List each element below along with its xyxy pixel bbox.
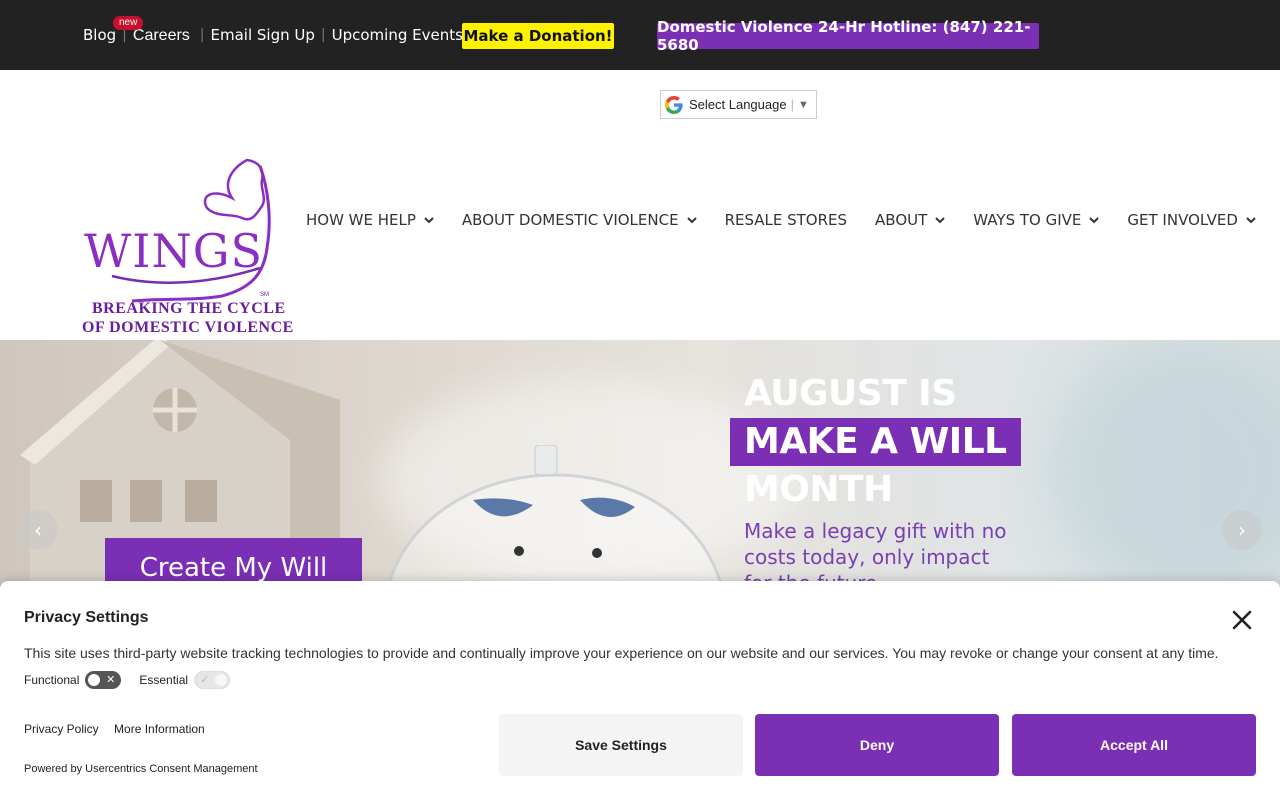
save-settings-button[interactable]: Save Settings	[499, 714, 743, 776]
upcoming-events-link[interactable]: Upcoming Events	[332, 26, 463, 44]
hotline-button[interactable]: Domestic Violence 24-Hr Hotline: (847) 2…	[657, 18, 1039, 54]
nav-label: GET INVOLVED	[1127, 211, 1238, 229]
nav-label: ABOUT	[875, 211, 928, 229]
headline-line-3: MONTH	[744, 469, 893, 510]
donate-button[interactable]: Make a Donation!	[462, 23, 614, 49]
divider: |	[320, 26, 326, 43]
new-badge: new	[113, 15, 144, 30]
deny-button[interactable]: Deny	[755, 714, 999, 776]
accept-all-button[interactable]: Accept All	[1012, 714, 1256, 776]
x-icon: ✕	[106, 674, 116, 686]
language-select[interactable]: Select Language | ▼	[660, 90, 817, 119]
nav-label: ABOUT DOMESTIC VIOLENCE	[461, 211, 679, 229]
google-g-icon	[665, 95, 683, 114]
subhead-line-1: Make a legacy gift with no	[744, 519, 1007, 543]
chevron-down-icon	[1089, 217, 1100, 224]
email-signup-link[interactable]: Email Sign Up	[211, 26, 315, 44]
nav-label: RESALE STORES	[724, 211, 848, 229]
consent-toggles: Functional ✕ Essential ✓	[24, 671, 248, 689]
chevron-left-icon: ‹	[34, 518, 42, 542]
slider-prev-button[interactable]: ‹	[18, 510, 58, 550]
chevron-down-icon	[686, 217, 697, 224]
toggle-knob	[215, 674, 228, 686]
divider: |	[199, 26, 205, 43]
sm-mark: SM	[260, 292, 269, 298]
dropdown-arrow-icon: ▼	[797, 98, 809, 111]
main-nav: HOW WE HELP ABOUT DOMESTIC VIOLENCE RESA…	[306, 211, 1280, 229]
blog-link[interactable]: Blog	[83, 26, 116, 44]
functional-label: Functional	[24, 673, 80, 687]
nav-how-we-help[interactable]: HOW WE HELP	[306, 211, 434, 229]
more-information-link[interactable]: More Information	[114, 722, 205, 736]
logo-tagline-1: BREAKING THE CYCLE	[92, 300, 286, 317]
toggle-knob	[88, 674, 101, 686]
utility-links: Blog new | Careers | Email Sign Up | Upc…	[83, 15, 480, 45]
nav-ways-to-give[interactable]: WAYS TO GIVE	[973, 211, 1100, 229]
close-icon[interactable]	[1230, 608, 1254, 632]
language-label: Select Language	[689, 97, 787, 112]
subhead-line-2: costs today, only impact	[744, 545, 990, 569]
headline-highlight: MAKE A WILL	[730, 418, 1021, 466]
powered-by: Powered by Usercentrics Consent Manageme…	[24, 763, 258, 775]
nav-about-domestic-violence[interactable]: ABOUT DOMESTIC VIOLENCE	[462, 211, 697, 229]
nav-label: HOW WE HELP	[306, 211, 416, 229]
chevron-down-icon	[935, 217, 946, 224]
background-blur	[1050, 340, 1280, 600]
nav-resale-stores[interactable]: RESALE STORES	[725, 211, 847, 229]
headline-line-1: AUGUST IS	[744, 373, 957, 414]
logo-wordmark: WINGS	[84, 224, 263, 278]
privacy-description: This site uses third-party website track…	[24, 645, 1219, 661]
divider: |	[790, 97, 794, 112]
essential-toggle: ✓	[194, 671, 231, 689]
hero-headline: AUGUST IS MAKE A WILL MONTH	[730, 370, 1021, 514]
chevron-down-icon	[1246, 217, 1256, 224]
page: Blog new | Careers | Email Sign Up | Upc…	[0, 0, 1280, 800]
privacy-title: Privacy Settings	[24, 609, 149, 626]
essential-label: Essential	[139, 673, 189, 687]
slider-next-button[interactable]: ›	[1222, 510, 1262, 550]
nav-label: WAYS TO GIVE	[973, 211, 1082, 229]
blog-link-wrap: Blog new	[83, 15, 144, 44]
chevron-right-icon: ›	[1238, 518, 1246, 542]
functional-toggle[interactable]: ✕	[85, 671, 122, 689]
nav-get-involved[interactable]: GET INVOLVED	[1127, 211, 1256, 229]
nav-about[interactable]: ABOUT	[875, 211, 946, 229]
careers-link[interactable]: Careers	[133, 27, 190, 45]
top-bar: Blog new | Careers | Email Sign Up | Upc…	[0, 0, 1280, 70]
privacy-policy-link[interactable]: Privacy Policy	[24, 722, 99, 736]
check-icon: ✓	[200, 674, 210, 686]
wings-logo[interactable]: SM WINGS BREAKING THE CYCLE OF DOMESTIC …	[82, 158, 293, 336]
consent-links: Privacy Policy More Information	[24, 722, 217, 736]
logo-tagline-2: OF DOMESTIC VIOLENCE	[82, 319, 294, 336]
privacy-settings-banner: Privacy Settings This site uses third-pa…	[0, 581, 1280, 800]
chevron-down-icon	[424, 217, 434, 224]
